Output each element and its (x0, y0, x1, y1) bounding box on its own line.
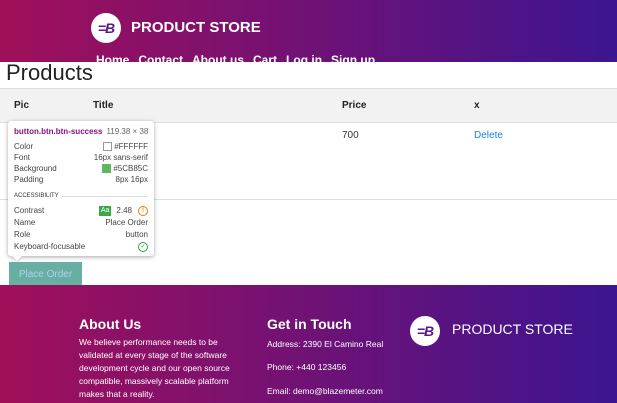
role-value: button (125, 230, 148, 239)
background-swatch (102, 164, 112, 173)
inspector-row-name: Name Place Order (14, 217, 148, 228)
color-value-wrap: #FFFFFF (103, 142, 148, 151)
inspector-row-role: Role button (14, 229, 148, 240)
padding-value: 8px 16px (115, 175, 148, 184)
inspector-row-padding: Padding 8px 16px (14, 174, 148, 185)
inspector-header: button.btn.btn-success 119.38 × 38 (14, 127, 148, 136)
nav-sign-up[interactable]: Sign up (331, 53, 375, 62)
delete-link[interactable]: Delete (474, 130, 503, 141)
store-logo-icon[interactable]: =B (91, 13, 121, 43)
inspector-row-background: Background #5CB85C (14, 163, 148, 174)
about-us-heading: About Us (79, 316, 142, 332)
contrast-value-wrap: Aa 2.48! (98, 205, 148, 216)
font-label: Font (14, 153, 31, 162)
phone-text: Phone: +440 123456 (267, 362, 347, 372)
focusable-value-wrap: ✓ (138, 241, 148, 252)
nav-log-in[interactable]: Log in (286, 53, 322, 62)
footer-brand-name: PRODUCT STORE (452, 321, 573, 337)
inspector-row-focusable: Keyboard-focusable ✓ (14, 241, 148, 252)
background-value-wrap: #5CB85C (102, 164, 148, 173)
name-value: Place Order (105, 218, 148, 227)
font-value: 16px sans-serif (93, 153, 148, 162)
tooltip-arrow (12, 256, 22, 261)
contrast-badge: Aa (98, 205, 112, 216)
column-header-x: x (474, 100, 480, 111)
email-text: Email: demo@blazemeter.com (267, 386, 383, 396)
address-text: Address: 2390 El Camino Real (267, 339, 384, 349)
focusable-label: Keyboard-focusable (14, 242, 86, 251)
row-price: 700 (342, 130, 359, 141)
warning-icon: ! (138, 205, 148, 216)
nav-contact[interactable]: Contact (138, 53, 183, 62)
contrast-value: 2.48 (116, 206, 132, 215)
name-label: Name (14, 218, 36, 227)
logo-glyph: =B (97, 20, 115, 36)
padding-label: Padding (14, 175, 44, 184)
nav-menu: Home Contact About us Cart Log in Sign u… (96, 53, 375, 62)
color-swatch (103, 142, 113, 151)
color-label: Color (14, 142, 34, 151)
color-value: #FFFFFF (114, 142, 148, 151)
element-selector: button.btn.btn-success (14, 127, 103, 136)
contrast-label: Contrast (14, 206, 45, 215)
footer: About Us We believe performance needs to… (0, 285, 617, 403)
column-header-pic: Pic (14, 100, 30, 111)
background-label: Background (14, 164, 57, 173)
inspector-row-font: Font 16px sans-serif (14, 152, 148, 163)
inspector-row-contrast: Contrast Aa 2.48! (14, 205, 148, 216)
nav-cart[interactable]: Cart (253, 53, 277, 62)
check-circle-icon: ✓ (138, 241, 148, 252)
inspector-row-color: Color #FFFFFF (14, 141, 148, 152)
role-label: Role (14, 230, 31, 239)
about-us-text: We believe performance needs to be valid… (79, 337, 230, 399)
brand-name[interactable]: PRODUCT STORE (131, 19, 261, 36)
column-header-price: Price (342, 100, 367, 111)
accessibility-heading: ACCESSIBILITY (14, 193, 59, 199)
nav-about-us[interactable]: About us (192, 53, 244, 62)
footer-logo-glyph: =B (416, 323, 434, 339)
place-order-button[interactable]: Place Order (9, 262, 82, 286)
element-size: 119.38 × 38 (106, 127, 149, 136)
background-value: #5CB85C (113, 164, 148, 173)
page-title: Products (6, 60, 93, 85)
get-in-touch-heading: Get in Touch (267, 316, 352, 332)
accessibility-section-label: ACCESSIBILITY (14, 193, 148, 199)
column-header-title: Title (93, 100, 114, 111)
inspector-tooltip: button.btn.btn-success 119.38 × 38 Color … (8, 121, 154, 256)
top-navbar: =B PRODUCT STORE Home Contact About us C… (0, 0, 617, 62)
footer-logo-icon: =B (410, 316, 440, 346)
nav-home[interactable]: Home (96, 53, 129, 62)
